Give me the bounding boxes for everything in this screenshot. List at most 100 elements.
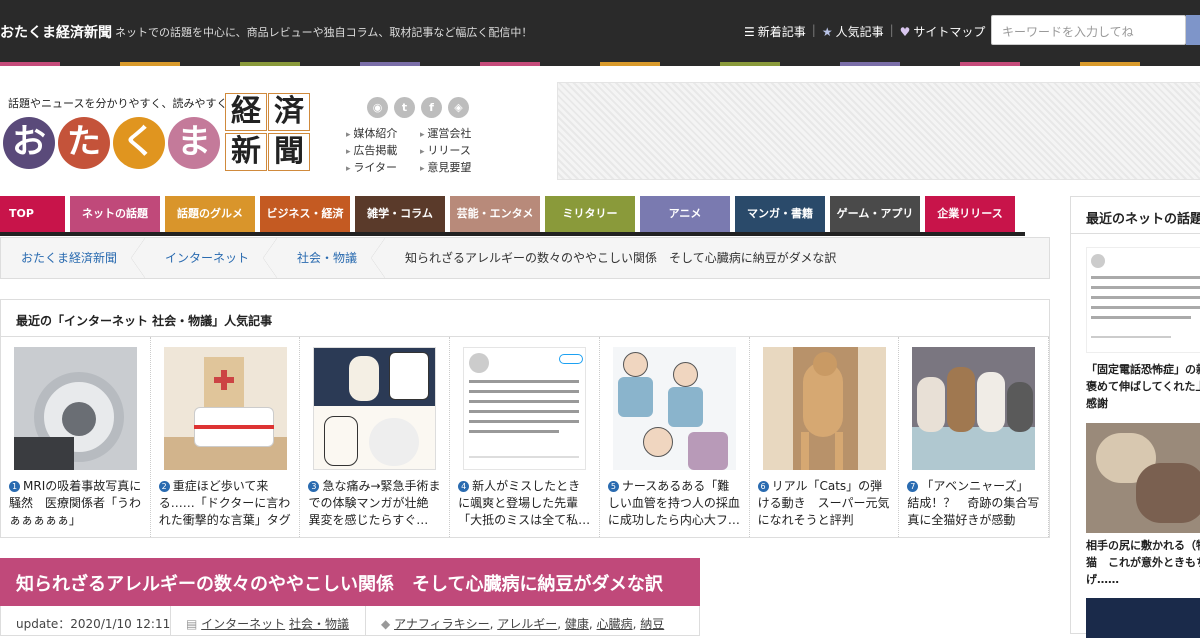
stripe-segment bbox=[780, 62, 840, 66]
nav-release[interactable]: 企業リリース bbox=[925, 196, 1015, 232]
feedly-icon[interactable]: ◈ bbox=[448, 97, 469, 118]
site-tagline: ネットでの話題を中心に、商品レビューや独自コラム、取材記事など幅広く配信中！ bbox=[115, 26, 533, 39]
rank-badge: 7 bbox=[907, 481, 919, 492]
nav-business[interactable]: ビジネス・経済 bbox=[260, 196, 350, 232]
header-links-col2: 運営会社 リリース 意見要望 bbox=[420, 126, 471, 177]
tag-link[interactable]: 心臓病 bbox=[597, 617, 633, 631]
logo-kanji: 経 bbox=[225, 93, 267, 131]
stripe-segment bbox=[420, 62, 480, 66]
release-link[interactable]: リリース bbox=[420, 143, 471, 160]
folder-icon: ▤ bbox=[186, 617, 198, 631]
popular-item[interactable]: 1 MRIの吸着事故写真に騒然 医療関係者「うわぁぁぁぁぁ」 bbox=[1, 337, 151, 537]
site-name[interactable]: おたくま経済新聞 bbox=[0, 22, 112, 42]
stripe-segment bbox=[960, 62, 1020, 66]
popular-articles-link[interactable]: ★ 人気記事 bbox=[822, 23, 884, 40]
search-input[interactable]: キーワードを入力してね bbox=[991, 15, 1186, 45]
logo-kanji: 聞 bbox=[268, 133, 310, 171]
rank-badge: 5 bbox=[607, 481, 619, 492]
feedback-link[interactable]: 意見要望 bbox=[420, 160, 471, 177]
article-meta: update：2020/1/10 12:11 ▤ インターネット 社会・物議 ◆… bbox=[0, 606, 700, 636]
popular-item[interactable]: 4 新人がミスしたときに颯爽と登場した先輩「大抵のミスは全て私… bbox=[450, 337, 600, 537]
popular-item[interactable]: 3 急な痛み→緊急手術までの体験マンガが壮絶 異変を感じたらすぐ… bbox=[300, 337, 451, 537]
new-articles-link[interactable]: ☰ 新着記事 bbox=[744, 23, 806, 40]
rss-icon[interactable]: ◉ bbox=[367, 97, 388, 118]
logo-kanji: 新 bbox=[225, 133, 267, 171]
sidebar-item-title[interactable]: 相手の尻に敷かれる（物 猫 これが意外ときもち げ…… bbox=[1086, 537, 1200, 588]
stripe-segment bbox=[1020, 62, 1080, 66]
stripe-segment bbox=[180, 62, 240, 66]
nav-underline bbox=[0, 232, 1025, 236]
sitemap-link[interactable]: ♥ サイトマップ bbox=[900, 23, 986, 40]
stripe-segment bbox=[360, 62, 420, 66]
nav-anime[interactable]: アニメ bbox=[640, 196, 730, 232]
rank-badge: 6 bbox=[757, 481, 769, 492]
sidebar-thumbnail[interactable] bbox=[1086, 247, 1200, 353]
company-link[interactable]: 運営会社 bbox=[420, 126, 471, 143]
nav-military[interactable]: ミリタリー bbox=[545, 196, 635, 232]
stripe-segment bbox=[240, 62, 300, 66]
article-thumbnail bbox=[313, 347, 437, 470]
breadcrumb-society[interactable]: 社会・物議 bbox=[277, 238, 386, 278]
article-thumbnail bbox=[762, 347, 886, 470]
article-thumbnail bbox=[14, 347, 137, 470]
stripe-segment bbox=[1080, 62, 1140, 66]
heart-icon: ♥ bbox=[899, 25, 911, 39]
tag-link[interactable]: アレルギー bbox=[497, 617, 557, 631]
logo-char: く bbox=[113, 117, 165, 169]
stripe-segment bbox=[1140, 62, 1200, 66]
stripe-segment bbox=[60, 62, 120, 66]
nav-games[interactable]: ゲーム・アプリ bbox=[830, 196, 920, 232]
writer-link[interactable]: ライター bbox=[346, 160, 397, 177]
stripe-segment bbox=[540, 62, 600, 66]
category-link[interactable]: 社会・物議 bbox=[289, 617, 349, 631]
breadcrumb-home[interactable]: おたくま経済新聞 bbox=[1, 238, 146, 278]
nav-net-topics[interactable]: ネットの話題 bbox=[70, 196, 160, 232]
stripe-segment bbox=[840, 62, 900, 66]
twitter-icon[interactable]: t bbox=[394, 97, 415, 118]
tag-link[interactable]: 納豆 bbox=[640, 617, 664, 631]
breadcrumb-internet[interactable]: インターネット bbox=[145, 238, 278, 278]
breadcrumb-current: 知られざるアレルギーの数々のややこしい関係 そして心臓病に納豆がダメな訳 bbox=[405, 251, 837, 265]
article-title: 重症ほど歩いて来る……「ドクターに言われた衝撃的な言葉」タグ bbox=[158, 479, 291, 527]
stripe-segment bbox=[0, 62, 60, 66]
facebook-icon[interactable]: f bbox=[421, 97, 442, 118]
tag-link[interactable]: アナフィラキシー bbox=[394, 617, 490, 631]
category-link[interactable]: インターネット bbox=[201, 617, 285, 631]
stripe-segment bbox=[300, 62, 360, 66]
stripe-segment bbox=[660, 62, 720, 66]
article-tags: ◆ アナフィラキシー, アレルギー, 健康, 心臓病, 納豆 bbox=[381, 617, 665, 631]
nav-column[interactable]: 雑学・コラム bbox=[355, 196, 445, 232]
popular-item[interactable]: 7 「アベンニャーズ」結成！？ 奇跡の集合写真に全猫好きが感動 bbox=[899, 337, 1050, 537]
popular-item[interactable]: 2 重症ほど歩いて来る……「ドクターに言われた衝撃的な言葉」タグ bbox=[151, 337, 301, 537]
popular-item[interactable]: 5 ナースあるある「難しい血管を持つ人の採血に成功したら内心大フ… bbox=[600, 337, 750, 537]
sidebar-thumbnail[interactable] bbox=[1086, 423, 1200, 533]
popular-item[interactable]: 6 リアル「Cats」の弾ける動き スーパー元気になれそうと評判 bbox=[750, 337, 900, 537]
rank-badge: 4 bbox=[458, 481, 470, 492]
stripe-segment bbox=[480, 62, 540, 66]
article-title-banner: 知られざるアレルギーの数々のややこしい関係 そして心臓病に納豆がダメな訳 bbox=[0, 558, 700, 606]
nav-entertainment[interactable]: 芸能・エンタメ bbox=[450, 196, 540, 232]
separator: | bbox=[889, 23, 894, 37]
article-title: 急な痛み→緊急手術までの体験マンガが壮絶 異変を感じたらすぐ… bbox=[308, 479, 441, 527]
article-title: 新人がミスしたときに颯爽と登場した先輩「大抵のミスは全て私… bbox=[458, 479, 591, 527]
sidebar-thumbnail[interactable] bbox=[1086, 598, 1200, 638]
article-categories: ▤ インターネット 社会・物議 bbox=[171, 606, 366, 635]
nav-top[interactable]: TOP bbox=[0, 196, 65, 232]
search-button[interactable] bbox=[1186, 15, 1200, 45]
rank-badge: 1 bbox=[9, 481, 20, 492]
article-thumbnail bbox=[463, 347, 587, 470]
advertising-link[interactable]: 広告掲載 bbox=[346, 143, 397, 160]
rank-badge: 2 bbox=[158, 481, 170, 492]
ad-banner[interactable] bbox=[557, 82, 1200, 180]
media-info-link[interactable]: 媒体紹介 bbox=[346, 126, 397, 143]
top-links: ☰ 新着記事 | ★ 人気記事 | ♥ サイトマップ bbox=[744, 23, 985, 40]
popular-heading: 最近の「インターネット 社会・物議」人気記事 bbox=[1, 300, 1049, 337]
nav-gourmet[interactable]: 話題のグルメ bbox=[165, 196, 255, 232]
header-links-col1: 媒体紹介 広告掲載 ライター bbox=[346, 126, 397, 177]
logo-char: お bbox=[3, 117, 55, 169]
tag-link[interactable]: 健康 bbox=[565, 617, 589, 631]
sidebar-item-title[interactable]: 「固定電話恐怖症」の新 褒めて伸ばしてくれた上 感謝 bbox=[1086, 361, 1200, 412]
update-date: update：2020/1/10 12:11 bbox=[1, 606, 171, 635]
header-catchphrase: 話題やニュースを分かりやすく、読みやすく。 bbox=[8, 97, 239, 110]
nav-manga[interactable]: マンガ・書籍 bbox=[735, 196, 825, 232]
